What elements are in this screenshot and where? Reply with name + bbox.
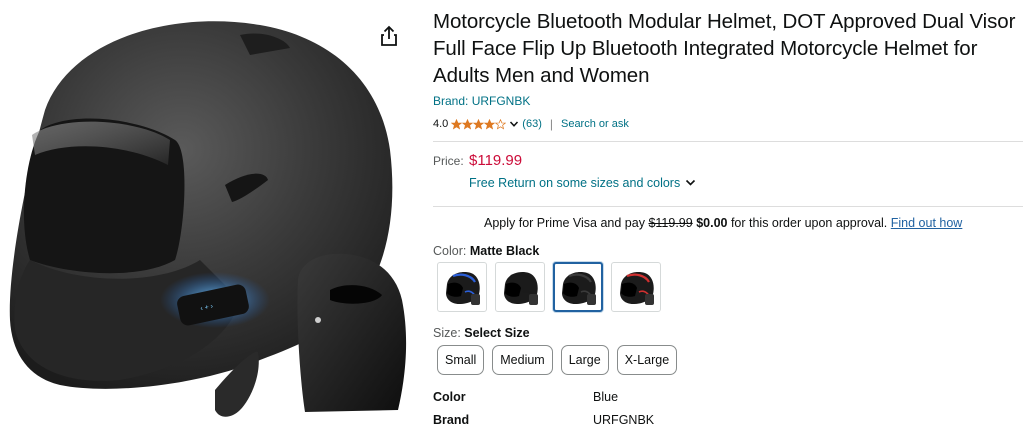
star-rating[interactable]	[451, 118, 507, 130]
color-swatch[interactable]	[611, 262, 661, 312]
color-swatch[interactable]	[495, 262, 545, 312]
color-swatches	[437, 262, 661, 312]
price-label: Price:	[433, 154, 464, 168]
prime-prefix: Apply for Prime Visa and pay	[484, 216, 649, 230]
selected-size: Select Size	[464, 326, 530, 340]
divider	[433, 206, 1023, 207]
size-label: Size: Select Size	[433, 326, 530, 340]
helmet-thumbnail	[446, 272, 480, 305]
find-out-how-link[interactable]: Find out how	[891, 216, 963, 230]
size-label-prefix: Size:	[433, 326, 465, 340]
divider: |	[549, 117, 553, 131]
color-swatch[interactable]	[553, 262, 603, 312]
rating-row: 4.0 (63) | Search or ask	[433, 116, 1023, 132]
spec-key: Color	[433, 390, 466, 404]
star-icon	[495, 118, 507, 130]
free-return-label: Free Return on some sizes and colors	[469, 176, 681, 190]
prime-old-price: $119.99	[648, 216, 693, 230]
prime-visa-offer: Apply for Prime Visa and pay $119.99 $0.…	[484, 216, 962, 230]
star-icon	[473, 118, 485, 130]
star-icon	[484, 118, 496, 130]
price: $119.99	[469, 152, 523, 169]
size-option[interactable]: X-Large	[616, 345, 678, 375]
share-icon[interactable]	[378, 24, 400, 48]
helmet-thumbnail	[562, 272, 596, 305]
prime-suffix: for this order upon approval.	[727, 216, 891, 230]
selected-color: Matte Black	[469, 244, 540, 258]
color-label-prefix: Color:	[433, 244, 470, 258]
color-label: Color: Matte Black	[433, 244, 539, 258]
star-icon	[462, 118, 474, 130]
search-or-ask-link[interactable]: Search or ask	[561, 118, 629, 130]
spec-value: Blue	[593, 390, 619, 404]
review-count-link[interactable]: (63)	[522, 118, 542, 130]
brand-link[interactable]: Brand: URFGNBK	[433, 94, 530, 108]
size-option[interactable]: Large	[560, 345, 609, 375]
star-icon	[451, 118, 463, 130]
rating-value: 4.0	[433, 118, 449, 130]
size-option[interactable]: Medium	[492, 345, 553, 375]
helmet-thumbnail	[504, 272, 538, 305]
product-image[interactable]: ‹ + ›	[0, 0, 415, 425]
product-title: Motorcycle Bluetooth Modular Helmet, DOT…	[433, 10, 1016, 87]
product-image-panel: ‹ + ›	[0, 0, 415, 425]
product-details: Motorcycle Bluetooth Modular Helmet, DOT…	[433, 8, 1023, 427]
chevron-down-icon	[686, 179, 696, 186]
size-option[interactable]: Small	[437, 345, 485, 375]
helmet-thumbnail	[620, 272, 654, 305]
chevron-down-icon[interactable]	[509, 119, 519, 129]
free-return-link[interactable]: Free Return on some sizes and colors	[469, 176, 696, 190]
divider	[433, 141, 1023, 142]
prime-new-price: $0.00	[696, 216, 728, 230]
price-row: Price: $119.99	[433, 152, 522, 169]
color-swatch[interactable]	[437, 262, 487, 312]
size-options: Small Medium Large X-Large	[437, 345, 678, 375]
